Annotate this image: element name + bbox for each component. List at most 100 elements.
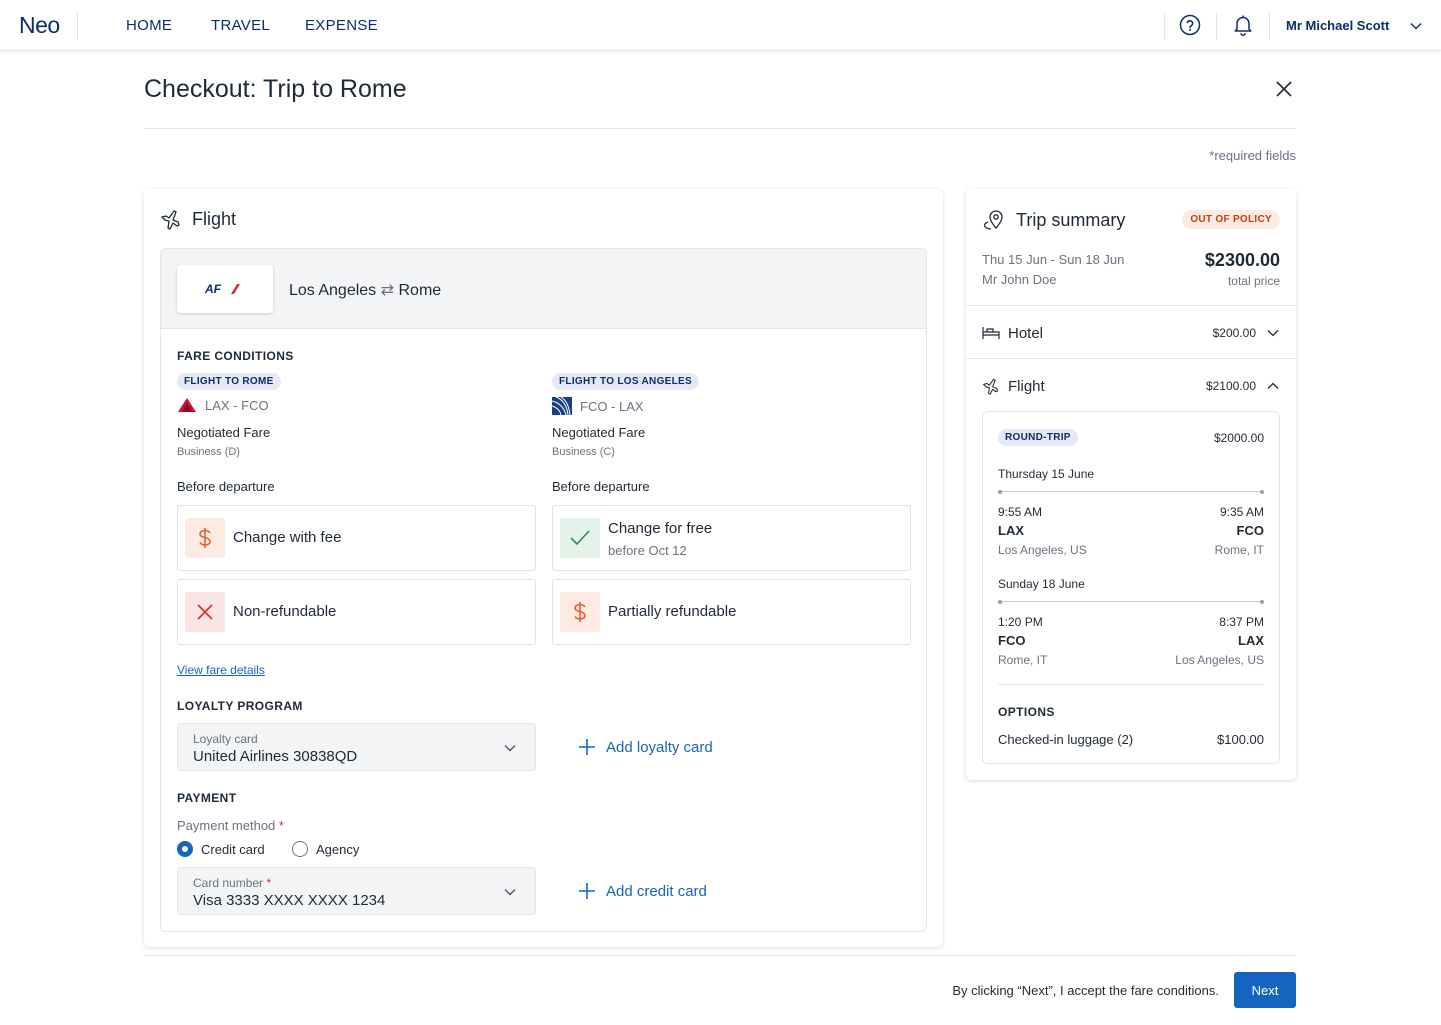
chevron-down-icon bbox=[1267, 330, 1279, 337]
dollar-icon bbox=[560, 592, 600, 632]
trip-summary-title: Trip summary bbox=[1016, 209, 1126, 230]
outbound-departure-city: Los Angeles, US bbox=[998, 543, 1087, 557]
return-timeline bbox=[998, 599, 1264, 604]
trip-summary-card: Trip summary OUT OF POLICY Thu 15 Jun - … bbox=[966, 189, 1296, 780]
loyalty-card-label: Loyalty card bbox=[193, 732, 258, 746]
trip-dates: Thu 15 Jun - Sun 18 Jun bbox=[982, 252, 1125, 267]
view-fare-details-link[interactable]: View fare details bbox=[177, 663, 265, 677]
delta-logo bbox=[178, 398, 196, 412]
outbound-date: Thursday 15 June bbox=[998, 467, 1095, 481]
title-divider bbox=[144, 128, 1296, 129]
before-departure-label: Before departure bbox=[552, 479, 650, 494]
required-mark: * bbox=[278, 818, 284, 833]
logo-divider bbox=[77, 12, 78, 40]
neo-logo[interactable]: Neo bbox=[19, 12, 60, 39]
leg-route-text: FCO - LAX bbox=[580, 398, 644, 414]
fare-class: Business (C) bbox=[552, 446, 615, 458]
chevron-down-icon bbox=[504, 889, 516, 896]
flight-amount: $2100.00 bbox=[1205, 379, 1256, 393]
condition-text: Change with fee bbox=[233, 529, 342, 546]
flight-row[interactable]: Flight $2100.00 bbox=[982, 374, 1280, 398]
chevron-down-icon[interactable] bbox=[1409, 19, 1423, 33]
close-icon[interactable] bbox=[1272, 77, 1296, 101]
radio-label: Agency bbox=[316, 841, 360, 857]
option-price: $100.00 bbox=[1217, 732, 1264, 747]
radio-unselected-icon bbox=[292, 841, 308, 857]
nav-expense[interactable]: EXPENSE bbox=[305, 17, 378, 34]
return-arrival-code: LAX bbox=[1238, 633, 1264, 648]
top-navigation-bar: Neo HOME TRAVEL EXPENSE Mr Michael Scott bbox=[0, 0, 1441, 51]
next-button[interactable]: Next bbox=[1234, 972, 1296, 1008]
return-departure-code: FCO bbox=[998, 633, 1026, 648]
map-pin-icon bbox=[983, 210, 1003, 230]
round-trip-badge: ROUND-TRIP bbox=[998, 429, 1078, 446]
return-date: Sunday 18 June bbox=[998, 577, 1085, 591]
radio-agency[interactable]: Agency bbox=[292, 841, 359, 857]
radio-selected-icon bbox=[177, 841, 193, 857]
footer-divider bbox=[144, 955, 1296, 956]
top-separator bbox=[1269, 12, 1270, 40]
condition-change-for-free: Change for free before Oct 12 bbox=[552, 505, 911, 571]
card-number-label: Card number * bbox=[193, 876, 271, 890]
nav-home[interactable]: HOME bbox=[126, 17, 172, 34]
options-divider bbox=[998, 684, 1264, 685]
radio-label: Credit card bbox=[201, 841, 265, 857]
plus-icon bbox=[579, 739, 595, 755]
loyalty-card-select[interactable]: Loyalty card United Airlines 30838QD bbox=[177, 723, 536, 771]
card-number-select[interactable]: Card number * Visa 3333 XXXX XXXX 1234 bbox=[177, 867, 536, 915]
fare-name: Negotiated Fare bbox=[177, 425, 271, 440]
required-mark: * bbox=[266, 876, 272, 890]
add-loyalty-card-label: Add loyalty card bbox=[606, 738, 713, 756]
condition-text: Non-refundable bbox=[233, 603, 337, 620]
summary-divider bbox=[966, 305, 1296, 306]
add-credit-card-label: Add credit card bbox=[606, 882, 707, 900]
radio-credit-card[interactable]: Credit card bbox=[177, 841, 265, 857]
leg-badge: FLIGHT TO ROME bbox=[177, 373, 281, 390]
outbound-timeline bbox=[998, 489, 1264, 494]
outbound-arrival-code: FCO bbox=[1236, 523, 1264, 538]
air-france-logo: AF bbox=[177, 265, 273, 313]
outbound-departure-code: LAX bbox=[998, 523, 1024, 538]
fare-name: Negotiated Fare bbox=[552, 425, 646, 440]
page-title: Checkout: Trip to Rome bbox=[144, 75, 407, 103]
condition-non-refundable: Non-refundable bbox=[177, 579, 536, 645]
top-separator bbox=[1216, 12, 1217, 40]
leg-route-text: LAX - FCO bbox=[205, 397, 269, 413]
user-menu[interactable]: Mr Michael Scott bbox=[1286, 18, 1389, 33]
leg-badge: FLIGHT TO LOS ANGELES bbox=[552, 373, 699, 390]
out-of-policy-badge: OUT OF POLICY bbox=[1182, 210, 1280, 229]
card-number-value: Visa 3333 XXXX XXXX 1234 bbox=[193, 892, 386, 909]
swap-arrows-icon: ⇄ bbox=[380, 282, 395, 299]
nav-travel[interactable]: TRAVEL bbox=[211, 17, 270, 34]
card-number-label-text: Card number bbox=[193, 876, 264, 890]
options-heading: OPTIONS bbox=[998, 705, 1055, 719]
flight-card-title: Flight bbox=[192, 208, 237, 229]
condition-change-with-fee: Change with fee bbox=[177, 505, 536, 571]
option-name: Checked-in luggage (2) bbox=[998, 732, 1134, 747]
plane-icon bbox=[161, 210, 180, 230]
hotel-row[interactable]: Hotel $200.00 bbox=[982, 321, 1280, 345]
route-origin: Los Angeles bbox=[289, 282, 377, 299]
return-departure-city: Rome, IT bbox=[998, 653, 1048, 667]
chevron-down-icon bbox=[504, 745, 516, 752]
help-icon[interactable] bbox=[1178, 13, 1202, 37]
hotel-label: Hotel bbox=[1008, 324, 1044, 342]
bell-icon[interactable] bbox=[1231, 13, 1255, 37]
fare-conditions-heading: FARE CONDITIONS bbox=[177, 349, 294, 363]
add-loyalty-card-button[interactable]: Add loyalty card bbox=[578, 738, 713, 756]
payment-method-label: Payment method * bbox=[177, 818, 284, 833]
condition-text: Change for free bbox=[608, 520, 713, 537]
add-credit-card-button[interactable]: Add credit card bbox=[578, 882, 707, 900]
flight-card: Flight AF Los Angeles ⇄ Rome FARE CONDIT… bbox=[144, 189, 943, 947]
fare-class: Business (D) bbox=[177, 446, 240, 458]
payment-method-text: Payment method bbox=[177, 818, 276, 833]
trip-summary-header: Trip summary bbox=[982, 208, 1125, 232]
outbound-departure-time: 9:55 AM bbox=[998, 505, 1043, 519]
dollar-icon bbox=[185, 518, 225, 558]
total-price-label: total price bbox=[1227, 274, 1280, 288]
payment-heading: PAYMENT bbox=[177, 791, 237, 805]
route-title: Los Angeles ⇄ Rome bbox=[289, 280, 441, 300]
chevron-up-icon bbox=[1267, 382, 1279, 389]
svg-text:AF: AF bbox=[205, 282, 222, 296]
total-price: $2300.00 bbox=[1204, 250, 1280, 270]
